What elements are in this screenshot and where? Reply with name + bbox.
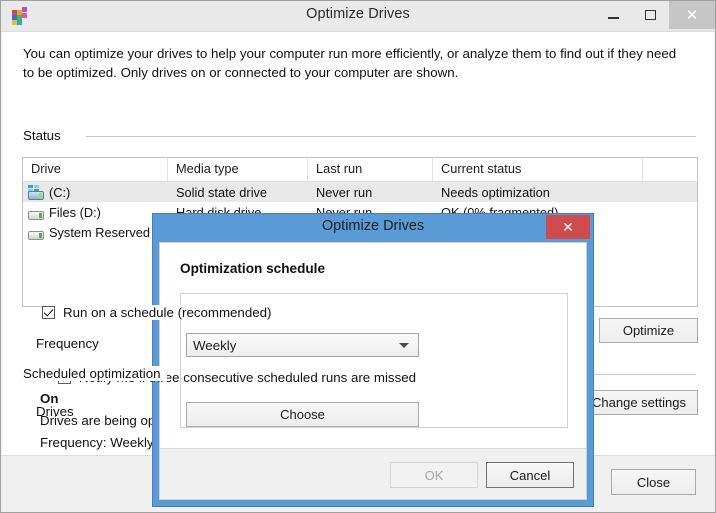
dialog-titlebar: Optimize Drives ✕ (153, 214, 593, 242)
drive-icon (27, 225, 45, 240)
window-titlebar: Optimize Drives ✕ (1, 1, 715, 32)
cell-current-status: Needs optimization (441, 184, 550, 200)
drive-label: System Reserved (49, 224, 150, 240)
column-header-media-type[interactable]: Media type (168, 158, 308, 181)
system-drive-icon (27, 184, 45, 200)
close-icon: ✕ (685, 6, 699, 24)
close-button[interactable]: ✕ (669, 1, 715, 29)
column-header-current-status[interactable]: Current status (433, 158, 643, 181)
drive-label: Files (D:) (49, 204, 101, 220)
minimize-button[interactable] (595, 1, 632, 29)
cell-drive: (C:) (23, 184, 168, 200)
maximize-icon (645, 10, 656, 20)
dialog-footer: OK Cancel (160, 448, 586, 499)
table-row[interactable]: (C:) Solid state drive Never run Needs o… (23, 182, 697, 202)
dialog-close-button[interactable]: ✕ (546, 215, 590, 239)
status-group-label: Status (23, 128, 67, 143)
dialog-title: Optimize Drives (321, 218, 425, 234)
frequency-select[interactable]: Weekly (186, 333, 419, 357)
ok-button[interactable]: OK (390, 462, 478, 488)
run-on-schedule-checkbox[interactable]: Run on a schedule (recommended) (42, 305, 278, 320)
optimization-schedule-dialog: Optimize Drives ✕ Optimization schedule … (152, 213, 594, 507)
cell-drive: System Reserved (23, 225, 168, 240)
drives-label: Drives (36, 404, 74, 419)
maximize-button[interactable] (632, 1, 669, 29)
choose-drives-button[interactable]: Choose (186, 402, 419, 427)
screen: Optimize Drives ✕ You can optimize your … (0, 0, 716, 513)
dialog-heading: Optimization schedule (180, 261, 326, 276)
cell-media-type: Solid state drive (176, 184, 268, 200)
cell-last-run: Never run (316, 184, 373, 200)
intro-text: You can optimize your drives to help you… (23, 46, 677, 80)
status-group-divider (86, 136, 696, 137)
close-icon: ✕ (562, 219, 574, 235)
frequency-value: Weekly (193, 337, 237, 353)
window-controls: ✕ (595, 1, 715, 29)
column-header-drive[interactable]: Drive (23, 158, 168, 181)
drive-icon (27, 205, 45, 220)
drive-label: (C:) (49, 184, 71, 200)
checkbox-icon (42, 306, 55, 319)
column-header-spacer[interactable] (643, 158, 697, 181)
cell-drive: Files (D:) (23, 205, 168, 220)
run-on-schedule-label: Run on a schedule (recommended) (63, 305, 272, 320)
scheduled-optimization-group-label: Scheduled optimization (23, 366, 167, 381)
cancel-button[interactable]: Cancel (486, 462, 574, 488)
optimize-button[interactable]: Optimize (599, 318, 698, 343)
minimize-icon (608, 17, 619, 19)
column-header-last-run[interactable]: Last run (308, 158, 433, 181)
chevron-down-icon (399, 342, 409, 348)
frequency-label: Frequency (36, 336, 99, 351)
close-window-button[interactable]: Close (611, 469, 696, 495)
table-header-row: Drive Media type Last run Current status (23, 158, 697, 182)
change-settings-button[interactable]: Change settings (580, 390, 698, 415)
